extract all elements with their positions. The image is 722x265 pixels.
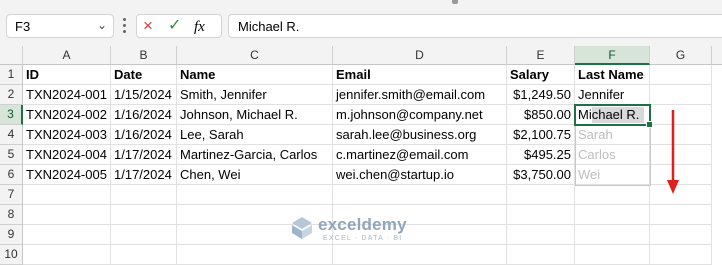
cell-f5-flash-fill-preview: Carlos (575, 145, 650, 165)
ribbon-collapse-indicator (452, 0, 458, 4)
cell-d6[interactable]: wei.chen@startup.io (333, 165, 507, 185)
column-header-g[interactable]: G (650, 46, 712, 65)
row-header-4[interactable]: 4 (0, 125, 23, 145)
cell-f1[interactable]: Last Name (575, 65, 650, 85)
cell-d1[interactable]: Email (333, 65, 507, 85)
cell-g1[interactable] (650, 65, 712, 85)
cell-a4[interactable]: TXN2024-003 (23, 125, 111, 145)
cell-c10[interactable] (177, 245, 333, 265)
row-header-7[interactable]: 7 (0, 185, 23, 205)
watermark-tagline: EXCEL · DATA · BI (323, 235, 403, 242)
name-box-value: F3 (15, 19, 31, 34)
cell-b10[interactable] (111, 245, 177, 265)
cell-c7[interactable] (177, 185, 333, 205)
row-header-2[interactable]: 2 (0, 85, 23, 105)
cell-f6-flash-fill-preview: Wei (575, 165, 650, 185)
cell-f7[interactable] (575, 185, 650, 205)
cell-g8[interactable] (650, 205, 712, 225)
cell-a1[interactable]: ID (23, 65, 111, 85)
column-header-c[interactable]: C (177, 46, 333, 65)
row-header-10[interactable]: 10 (0, 245, 23, 265)
cell-e3[interactable]: $850.00 (507, 105, 575, 125)
formula-actions: × ✓ fx (136, 14, 222, 38)
cell-e4[interactable]: $2,100.75 (507, 125, 575, 145)
cell-a3[interactable]: TXN2024-002 (23, 105, 111, 125)
column-header-f[interactable]: F (575, 46, 650, 65)
cell-f4-flash-fill-preview: Sarah (575, 125, 650, 145)
column-header-e[interactable]: E (507, 46, 575, 65)
cell-f10[interactable] (575, 245, 650, 265)
exceldemy-logo-icon (292, 217, 312, 239)
cell-g2[interactable] (650, 85, 712, 105)
cell-d4[interactable]: sarah.lee@business.org (333, 125, 507, 145)
column-header-a[interactable]: A (23, 46, 111, 65)
down-arrow-icon (667, 110, 679, 194)
cell-a2[interactable]: TXN2024-001 (23, 85, 111, 105)
watermark: exceldemy EXCEL · DATA · BI (290, 215, 407, 245)
cell-a6[interactable]: TXN2024-005 (23, 165, 111, 185)
cell-a7[interactable] (23, 185, 111, 205)
cell-b9[interactable] (111, 225, 177, 245)
row-header-5[interactable]: 5 (0, 145, 23, 165)
cell-c5[interactable]: Martinez-Garcia, Carlos (177, 145, 333, 165)
cell-d3[interactable]: m.johnson@company.net (333, 105, 507, 125)
name-box[interactable]: F3 ⌄ (6, 14, 114, 38)
formula-value: Michael R. (238, 19, 300, 34)
cell-b3[interactable]: 1/16/2024 (111, 105, 177, 125)
cell-d10[interactable] (333, 245, 507, 265)
cell-c1[interactable]: Name (177, 65, 333, 85)
column-header-b[interactable]: B (111, 46, 177, 65)
cell-e10[interactable] (507, 245, 575, 265)
insert-function-icon[interactable]: fx (194, 17, 205, 37)
more-options-icon[interactable] (123, 18, 127, 34)
cell-b7[interactable] (111, 185, 177, 205)
cell-b2[interactable]: 1/15/2024 (111, 85, 177, 105)
cell-e5[interactable]: $495.25 (507, 145, 575, 165)
cell-a9[interactable] (23, 225, 111, 245)
column-header-h[interactable] (712, 46, 722, 65)
cell-b1[interactable]: Date (111, 65, 177, 85)
cell-g10[interactable] (650, 245, 712, 265)
cell-d7[interactable] (333, 185, 507, 205)
cell-e7[interactable] (507, 185, 575, 205)
column-header-d[interactable]: D (333, 46, 507, 65)
cell-f8[interactable] (575, 205, 650, 225)
cell-a8[interactable] (23, 205, 111, 225)
cell-b5[interactable]: 1/17/2024 (111, 145, 177, 165)
watermark-name: exceldemy (318, 215, 407, 234)
row-header-3[interactable]: 3 (0, 105, 23, 125)
cell-e1[interactable]: Salary (507, 65, 575, 85)
cell-c4[interactable]: Lee, Sarah (177, 125, 333, 145)
cell-d2[interactable]: jennifer.smith@email.com (333, 85, 507, 105)
cell-b6[interactable]: 1/17/2024 (111, 165, 177, 185)
cell-c3[interactable]: Johnson, Michael R. (177, 105, 333, 125)
cell-e6[interactable]: $3,750.00 (507, 165, 575, 185)
formula-input[interactable]: Michael R. (228, 14, 722, 38)
cell-g9[interactable] (650, 225, 712, 245)
row-header-9[interactable]: 9 (0, 225, 23, 245)
select-all-corner[interactable] (0, 46, 23, 65)
cell-d5[interactable]: c.martinez@email.com (333, 145, 507, 165)
cell-c6[interactable]: Chen, Wei (177, 165, 333, 185)
row-header-6[interactable]: 6 (0, 165, 23, 185)
chevron-down-icon[interactable]: ⌄ (97, 18, 107, 32)
cell-a10[interactable] (23, 245, 111, 265)
row-header-8[interactable]: 8 (0, 205, 23, 225)
cell-b4[interactable]: 1/16/2024 (111, 125, 177, 145)
cell-f3[interactable]: Michael R. (575, 105, 650, 125)
enter-icon[interactable]: ✓ (168, 16, 181, 36)
cell-c2[interactable]: Smith, Jennifer (177, 85, 333, 105)
cell-b8[interactable] (111, 205, 177, 225)
cell-a5[interactable]: TXN2024-004 (23, 145, 111, 165)
row-header-1[interactable]: 1 (0, 65, 23, 85)
cell-e9[interactable] (507, 225, 575, 245)
cell-e8[interactable] (507, 205, 575, 225)
cell-f2[interactable]: Jennifer (575, 85, 650, 105)
cell-f9[interactable] (575, 225, 650, 245)
cell-e2[interactable]: $1,249.50 (507, 85, 575, 105)
cancel-icon[interactable]: × (143, 16, 153, 36)
formula-bar: F3 ⌄ × ✓ fx Michael R. (0, 6, 722, 46)
